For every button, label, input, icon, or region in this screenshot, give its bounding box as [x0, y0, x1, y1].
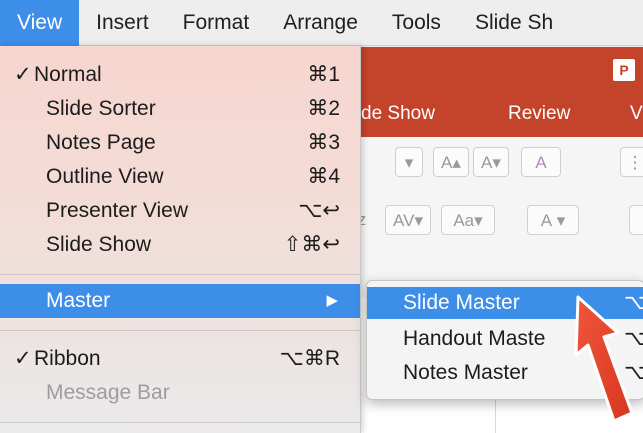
menu-item-outline-view[interactable]: Outline View ⌘4	[0, 160, 360, 194]
menu-separator	[0, 274, 360, 275]
align-button[interactable]	[629, 205, 643, 235]
menu-item-presenter-view[interactable]: Presenter View ⌥↩	[0, 194, 360, 228]
menu-slide-show[interactable]: Slide Sh	[458, 0, 570, 46]
menu-item-slide-sorter[interactable]: Slide Sorter ⌘2	[0, 92, 360, 126]
menu-separator	[0, 330, 360, 331]
decrease-font-size-button[interactable]: A▾	[473, 147, 509, 177]
menu-item-label: Slide Sorter	[46, 97, 156, 120]
decrease-font-icon: A	[481, 153, 493, 172]
menu-item-label: Master	[46, 289, 111, 312]
menu-separator	[0, 422, 360, 423]
menu-item-label: Message Bar	[46, 381, 170, 404]
menu-item-label: Ribbon	[34, 347, 101, 370]
menu-tools[interactable]: Tools	[375, 0, 458, 46]
checkmark-icon: ✓	[14, 347, 32, 370]
view-menu: ✓ Normal ⌘1 Slide Sorter ⌘2 Notes Page ⌘…	[0, 46, 361, 433]
menu-item-shortcut: ⌥↩	[298, 199, 340, 222]
menu-item-message-bar: Message Bar	[0, 376, 360, 410]
font-color-icon: A	[540, 211, 553, 230]
clear-formatting-icon: A	[535, 153, 547, 172]
menu-arrange[interactable]: Arrange	[266, 0, 375, 46]
submenu-arrow-icon: ▶	[326, 292, 338, 309]
menu-item-ribbon[interactable]: ✓ Ribbon ⌥⌘R	[0, 342, 360, 376]
checkmark-icon: ✓	[14, 63, 32, 86]
increase-font-size-button[interactable]: A▴	[433, 147, 469, 177]
menu-item-notes-page[interactable]: Notes Page ⌘3	[0, 126, 360, 160]
increase-font-icon: A	[441, 153, 453, 172]
submenu-item-label: Notes Master	[403, 361, 528, 384]
tab-view[interactable]: V	[630, 103, 643, 125]
submenu-item-label: Handout Maste	[403, 327, 546, 350]
menu-item-shortcut: ⇧⌘↩	[283, 233, 340, 256]
font-size-dropdown[interactable]: ▾	[395, 147, 423, 177]
change-case-icon: Aa	[453, 211, 475, 230]
menu-item-master[interactable]: Master ▶	[0, 284, 360, 318]
ribbon-tab-bar: de Show Review V	[355, 89, 643, 137]
menu-item-label: Presenter View	[46, 199, 189, 222]
tab-review[interactable]: Review	[508, 103, 570, 125]
menu-item-shortcut: ⌘3	[307, 131, 340, 154]
font-color-button[interactable]: A ▾	[527, 205, 579, 235]
menu-item-label: Outline View	[46, 165, 164, 188]
menu-item-label: Normal	[34, 63, 102, 86]
menu-item-slide-show[interactable]: Slide Show ⇧⌘↩	[0, 228, 360, 262]
title-bar: P	[355, 47, 643, 89]
clear-formatting-button[interactable]: A	[521, 147, 561, 177]
menu-item-shortcut: ⌘2	[307, 97, 340, 120]
annotation-arrow-icon	[574, 295, 634, 423]
menu-insert[interactable]: Insert	[79, 0, 166, 46]
character-spacing-icon: AV	[393, 211, 415, 230]
menu-item-normal[interactable]: ✓ Normal ⌘1	[0, 58, 360, 92]
ribbon-panel: ▾ A▴ A▾ A ⋮ z AV▾ Aa▾ A ▾	[355, 137, 643, 298]
menu-item-label: Notes Page	[46, 131, 156, 154]
submenu-item-label: Slide Master	[403, 291, 520, 314]
menu-format[interactable]: Format	[166, 0, 267, 46]
character-spacing-button[interactable]: AV▾	[385, 205, 431, 235]
menu-item-shortcut: ⌘4	[307, 165, 340, 188]
powerpoint-icon: P	[613, 59, 635, 81]
menu-item-shortcut: ⌥⌘R	[279, 347, 340, 370]
change-case-button[interactable]: Aa▾	[441, 205, 495, 235]
menu-bar: View Insert Format Arrange Tools Slide S…	[0, 0, 643, 46]
menu-item-shortcut: ⌘1	[307, 63, 340, 86]
menu-view[interactable]: View	[0, 0, 80, 46]
bullets-button[interactable]: ⋮	[620, 147, 643, 177]
tab-slide-show[interactable]: de Show	[361, 103, 435, 125]
menu-item-label: Slide Show	[46, 233, 152, 256]
